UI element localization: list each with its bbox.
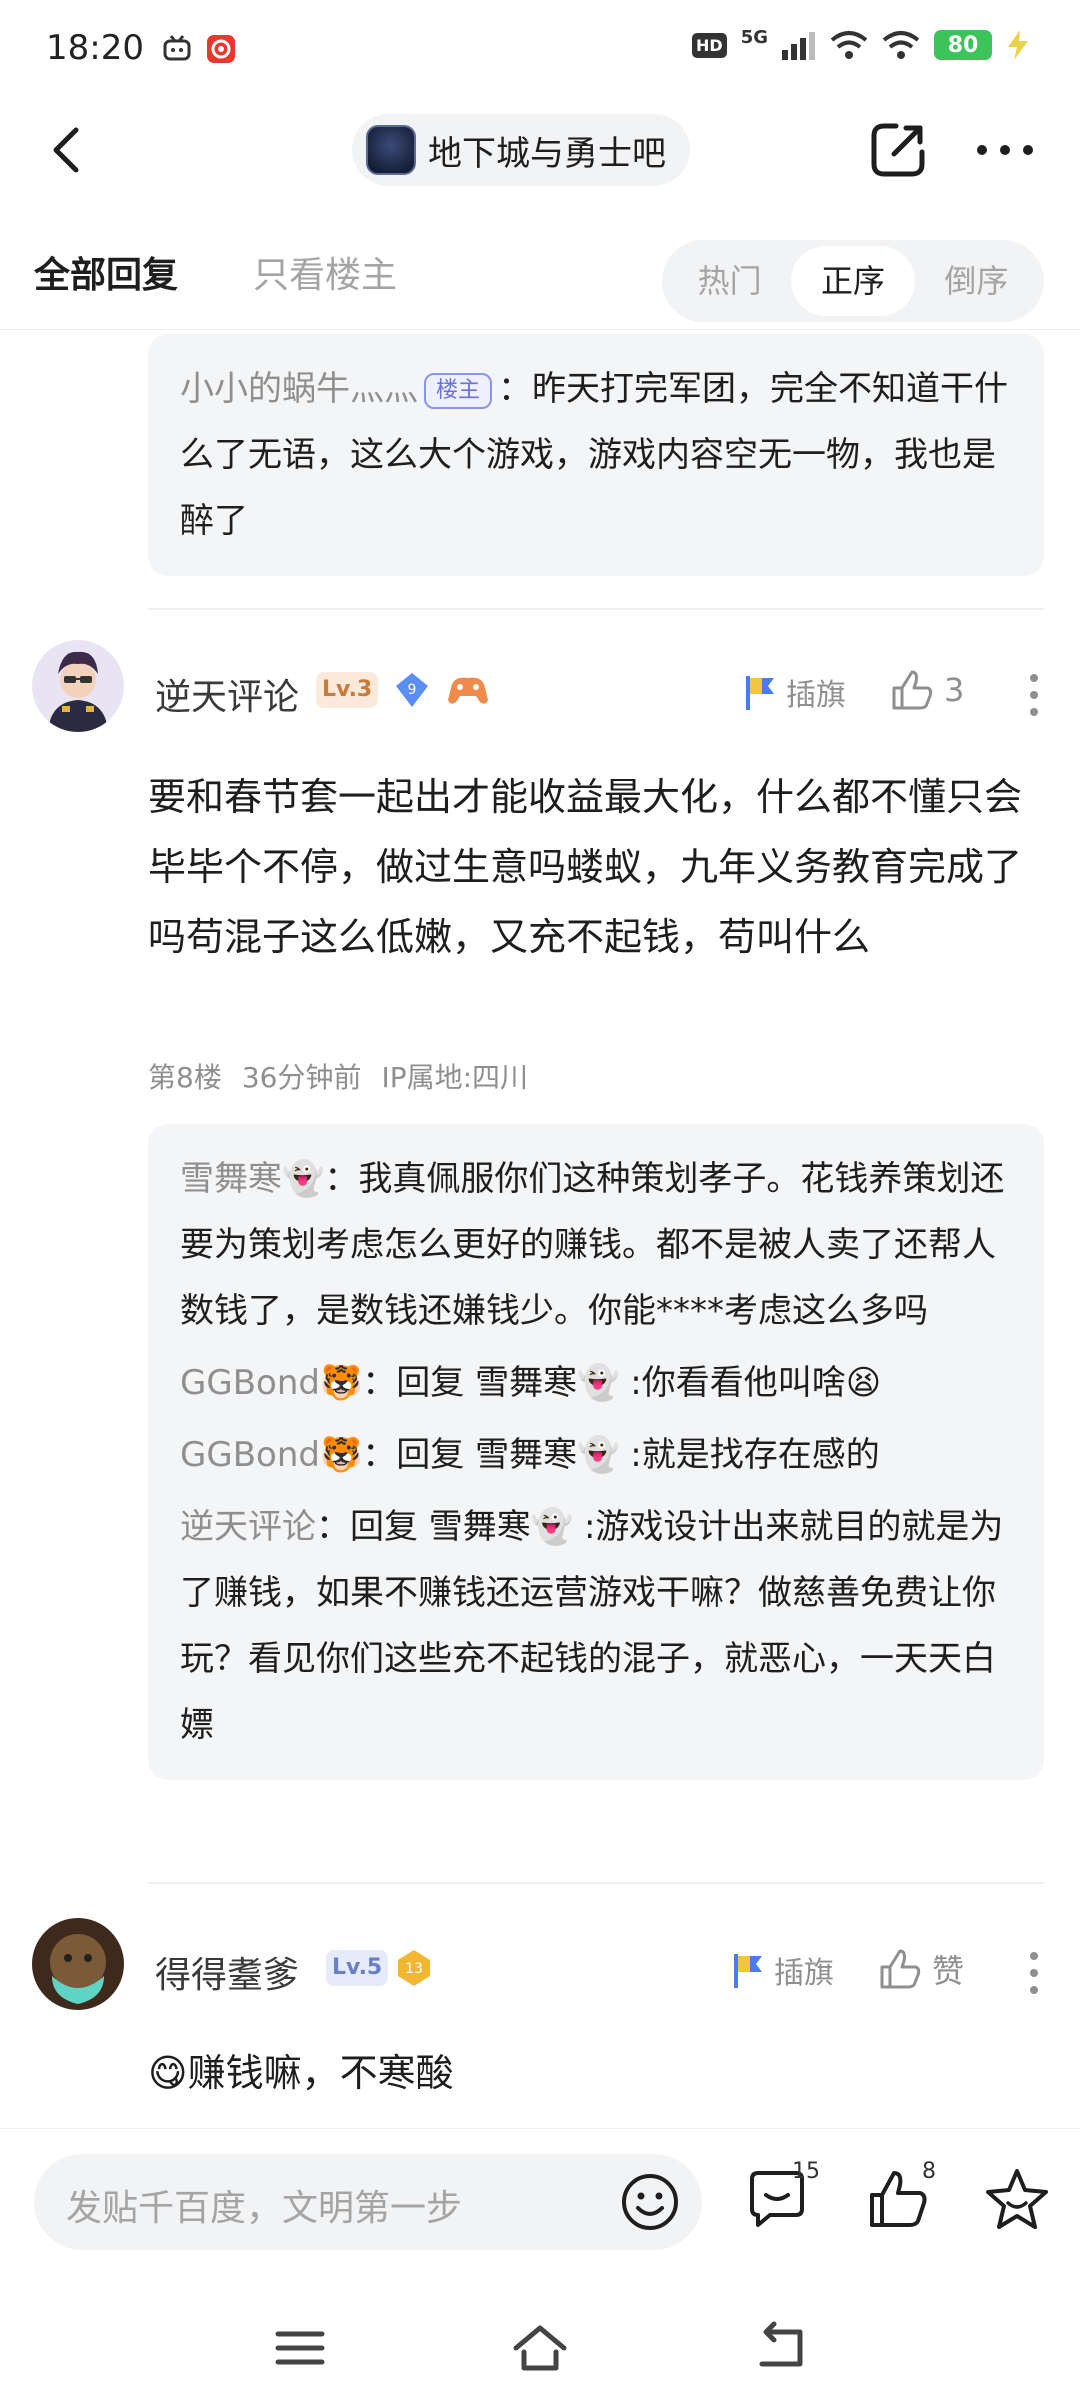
tab-all-replies[interactable]: 全部回复 [34,246,178,298]
post-content: 😋赚钱嘛，不寒酸 [148,2038,1044,2108]
sub-reply-author[interactable]: 雪舞寒👻 [180,1159,324,1199]
charging-icon [1008,30,1028,60]
post-content: 要和春节套一起出才能收益最大化，什么都不懂只会毕毕个不停，做过生意吗蝼蚁，九年义… [148,775,1023,959]
wifi-plus-icon [830,31,868,59]
sub-reply-box[interactable]: 小小的蜗牛灬灬 楼主 ：昨天打完军团，完全不知道干什么了无语，这么大个游戏，游戏内容… [148,334,1044,576]
like-button[interactable]: 赞 [878,1946,964,1992]
bottom-action-bar: 发贴千百度，文明第一步 15 8 [0,2128,1080,2288]
sort-descending[interactable]: 倒序 [915,246,1038,316]
sub-reply-text: 回复 雪舞寒👻 :就是找存在感的 [396,1435,880,1475]
like-count: 3 [944,671,965,709]
honor-badge-number: 13 [405,1961,423,1977]
wifi-icon [882,31,920,59]
sub-reply-colon: ： [316,1507,350,1547]
thumb-up-icon [880,1949,921,1989]
hd-badge: HD [692,32,727,58]
sub-reply-colon: ： [324,1159,359,1199]
sub-reply-author[interactable]: 小小的蜗牛灬灬 [180,369,418,409]
divider [148,1882,1044,1884]
music-app-icon [207,35,235,63]
title-bar: 地下城与勇士吧 [0,100,1080,200]
reply-input[interactable]: 发贴千百度，文明第一步 [34,2154,702,2250]
flag-icon [734,1954,762,1988]
level-badge: Lv.5 [326,1950,389,1986]
post-header: 得得耋爹 Lv.5 13 插旗 赞 [0,1918,1080,2028]
more-vertical-icon[interactable] [1024,670,1044,720]
like-button[interactable]: 3 [890,668,964,712]
home-icon[interactable] [510,2318,570,2378]
more-vertical-icon[interactable] [1024,1948,1044,1998]
like-label: 赞 [932,1952,965,1990]
flag-label: 插旗 [774,1956,834,1991]
menu-icon[interactable] [270,2318,330,2378]
sub-reply-colon: ： [362,1363,397,1403]
sub-reply-author[interactable]: GGBond🐯 [180,1363,362,1403]
op-badge: 楼主 [424,372,493,409]
network-label: 5G [740,26,768,48]
forum-avatar [366,125,416,175]
share-icon[interactable] [866,118,930,182]
sub-reply-colon: ： [362,1435,397,1475]
system-nav-bar [0,2288,1080,2400]
floor-number: 第8楼 [148,1061,222,1094]
post-header: 逆天评论 Lv.3 9 插旗 3 [0,640,1080,750]
honor-badge-icon: 13 [398,1950,430,1986]
sub-reply: GGBond🐯：回复 雪舞寒👻 :你看看他叫啥😫 [180,1350,1012,1416]
diamond-badge-icon: 9 [396,673,428,707]
gamepad-icon [448,677,488,704]
more-icon[interactable] [970,120,1040,180]
forum-name: 地下城与勇士吧 [428,133,666,174]
comment-count: 15 [792,2159,820,2184]
avatar[interactable] [32,1918,124,2010]
sort-toggle: 热门 正序 倒序 [662,240,1044,322]
sub-reply-author[interactable]: GGBond🐯 [180,1435,362,1475]
app-notification-icon [163,35,191,61]
flag-button[interactable]: 插旗 [728,1948,834,1992]
sub-reply-author[interactable]: 逆天评论 [180,1507,316,1547]
sub-reply: 雪舞寒👻：我真佩服你们这种策划孝子。花钱养策划还要为策划考虑怎么更好的赚钱。都不… [180,1146,1012,1344]
sub-reply: 小小的蜗牛灬灬 楼主 ：昨天打完军团，完全不知道干什么了无语，这么大个游戏，游戏内容… [180,356,1012,554]
post-text: 赚钱嘛，不寒酸 [187,2051,454,2095]
flag-icon [746,676,774,710]
like-count: 8 [922,2159,936,2184]
flag-label: 插旗 [786,678,846,713]
sub-reply: GGBond🐯：回复 雪舞寒👻 :就是找存在感的 [180,1422,1012,1488]
emoji: 😋 [148,2051,188,2095]
forum-title-pill[interactable]: 地下城与勇士吧 [352,114,690,186]
flag-button[interactable]: 插旗 [740,670,846,714]
sub-reply: 逆天评论：回复 雪舞寒👻 :游戏设计出来就目的就是为了赚钱，如果不赚钱还运营游戏… [180,1494,1012,1758]
diamond-badge-number: 9 [408,682,417,698]
post-time: 36分钟前 [241,1061,362,1094]
username[interactable]: 逆天评论 [155,668,299,720]
back-icon[interactable] [40,122,96,178]
status-indicators: HD 5G 80 [692,26,1030,60]
status-bar: 18:20 HD 5G 80 [0,0,1080,100]
level-badge: Lv.3 [316,672,379,708]
divider [148,608,1044,610]
battery-indicator: 80 [934,30,992,60]
avatar[interactable] [32,640,124,732]
sort-ascending[interactable]: 正序 [791,246,915,316]
sub-reply-text: 回复 雪舞寒👻 :你看看他叫啥😫 [396,1363,882,1403]
sort-hot[interactable]: 热门 [668,246,791,316]
username[interactable]: 得得耋爹 [155,1946,299,1998]
ip-location: IP属地:四川 [381,1061,529,1094]
emoji-icon[interactable] [620,2172,680,2232]
star-icon[interactable] [982,2165,1052,2235]
reply-placeholder: 发贴千百度，文明第一步 [66,2188,463,2229]
filter-bar: 全部回复 只看楼主 热门 正序 倒序 [0,220,1080,330]
post-meta: 第8楼 36分钟前 IP属地:四川 [148,1056,528,1096]
signal-icon [782,32,815,60]
sub-reply-colon: ： [498,369,533,409]
return-icon[interactable] [750,2318,810,2378]
tab-op-only[interactable]: 只看楼主 [253,246,397,298]
status-time: 18:20 [46,28,144,68]
thumb-up-icon [892,670,933,710]
sub-reply-box[interactable]: 雪舞寒👻：我真佩服你们这种策划孝子。花钱养策划还要为策划考虑怎么更好的赚钱。都不… [148,1124,1044,1780]
